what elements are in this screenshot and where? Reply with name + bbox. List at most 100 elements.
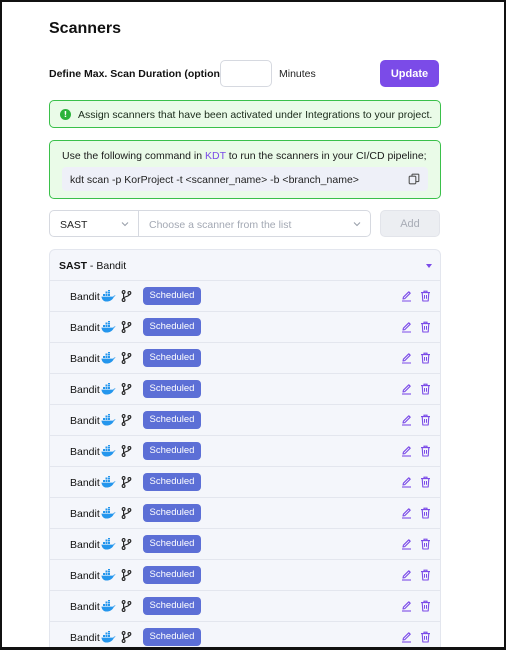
scanner-row: Bandit Scheduled [50,405,440,436]
status-badge: Scheduled [143,380,201,398]
trash-icon[interactable] [420,414,431,426]
trash-icon[interactable] [420,445,431,457]
status-badge: Scheduled [143,287,201,305]
scanner-row: Bandit Scheduled [50,622,440,647]
branch-icon [121,383,132,395]
scanner-row: Bandit Scheduled [50,312,440,343]
edit-icon[interactable] [401,569,412,581]
edit-icon[interactable] [401,321,412,333]
docker-icon [101,476,116,488]
docker-icon [101,569,116,581]
accordion-scanner: Bandit [96,260,127,272]
branch-icon [121,600,132,612]
scan-duration-input[interactable] [220,60,272,87]
scanner-row: Bandit Scheduled [50,374,440,405]
scanner-select[interactable]: Choose a scanner from the list [139,210,371,237]
command-text: kdt scan -p KorProject -t <scanner_name>… [70,174,359,186]
status-badge: Scheduled [143,504,201,522]
trash-icon[interactable] [420,538,431,550]
scanner-name: Bandit [70,384,100,396]
scanner-picker: SAST Choose a scanner from the list Add [49,210,441,237]
kdt-link[interactable]: KDT [205,150,226,162]
branch-icon [121,445,132,457]
accordion-title: SAST - Bandit [59,260,126,272]
docker-icon [101,445,116,457]
scanner-name: Bandit [70,601,100,613]
trash-icon[interactable] [420,507,431,519]
accordion-header[interactable]: SAST - Bandit [50,250,440,281]
scanner-row: Bandit Scheduled [50,281,440,312]
trash-icon[interactable] [420,631,431,643]
trash-icon[interactable] [420,476,431,488]
docker-icon [101,414,116,426]
update-button[interactable]: Update [380,60,439,87]
status-badge: Scheduled [143,411,201,429]
scanner-name: Bandit [70,446,100,458]
edit-icon[interactable] [401,507,412,519]
scanner-name: Bandit [70,539,100,551]
edit-icon[interactable] [401,445,412,457]
scanner-row: Bandit Scheduled [50,560,440,591]
branch-icon [121,290,132,302]
scanner-name: Bandit [70,415,100,427]
edit-icon[interactable] [401,538,412,550]
scanner-row: Bandit Scheduled [50,343,440,374]
chevron-down-icon [121,222,129,227]
accordion-separator: - [87,260,97,272]
branch-icon [121,352,132,364]
scanner-name: Bandit [70,570,100,582]
status-badge: Scheduled [143,566,201,584]
edit-icon[interactable] [401,352,412,364]
branch-icon [121,631,132,643]
accordion-category: SAST [59,260,88,272]
trash-icon[interactable] [420,383,431,395]
scanner-name: Bandit [70,322,100,334]
docker-icon [101,538,116,550]
edit-icon[interactable] [401,600,412,612]
docker-icon [101,600,116,612]
status-badge: Scheduled [143,349,201,367]
edit-icon[interactable] [401,631,412,643]
info-banner-text: Assign scanners that have been activated… [78,109,433,121]
add-scanner-button[interactable]: Add [380,210,440,237]
docker-icon [101,383,116,395]
trash-icon[interactable] [420,321,431,333]
trash-icon[interactable] [420,352,431,364]
edit-icon[interactable] [401,414,412,426]
edit-icon[interactable] [401,383,412,395]
status-badge: Scheduled [143,473,201,491]
scanner-row: Bandit Scheduled [50,591,440,622]
scanner-row: Bandit Scheduled [50,498,440,529]
info-banner: ! Assign scanners that have been activat… [49,100,441,128]
status-badge: Scheduled [143,535,201,553]
branch-icon [121,507,132,519]
edit-icon[interactable] [401,290,412,302]
scanner-type-select[interactable]: SAST [49,210,139,237]
ci-command-box: Use the following command in KDT to run … [49,140,441,199]
scanner-row: Bandit Scheduled [50,436,440,467]
edit-icon[interactable] [401,476,412,488]
scanner-row: Bandit Scheduled [50,467,440,498]
scanner-select-placeholder: Choose a scanner from the list [149,219,292,231]
scanner-accordion: SAST - Bandit Bandit Scheduled Bandit Sc… [49,249,441,647]
ci-command-intro-before: Use the following command in [62,150,205,162]
ci-command-intro-after: to run the scanners in your CI/CD pipeli… [225,150,427,162]
ci-command-intro: Use the following command in KDT to run … [62,150,427,162]
scanner-name: Bandit [70,291,100,303]
scan-duration-label: Define Max. Scan Duration (optional) : [49,68,239,80]
trash-icon[interactable] [420,600,431,612]
trash-icon[interactable] [420,290,431,302]
chevron-down-icon [353,222,361,227]
minutes-label: Minutes [279,68,316,80]
scanner-name: Bandit [70,632,100,644]
page-title: Scanners [49,20,122,37]
trash-icon[interactable] [420,569,431,581]
docker-icon [101,631,116,643]
status-badge: Scheduled [143,597,201,615]
scanner-type-value: SAST [60,219,88,231]
branch-icon [121,476,132,488]
copy-icon[interactable] [408,173,420,185]
docker-icon [101,352,116,364]
branch-icon [121,414,132,426]
scan-duration-row: Define Max. Scan Duration (optional) : M… [49,60,441,88]
